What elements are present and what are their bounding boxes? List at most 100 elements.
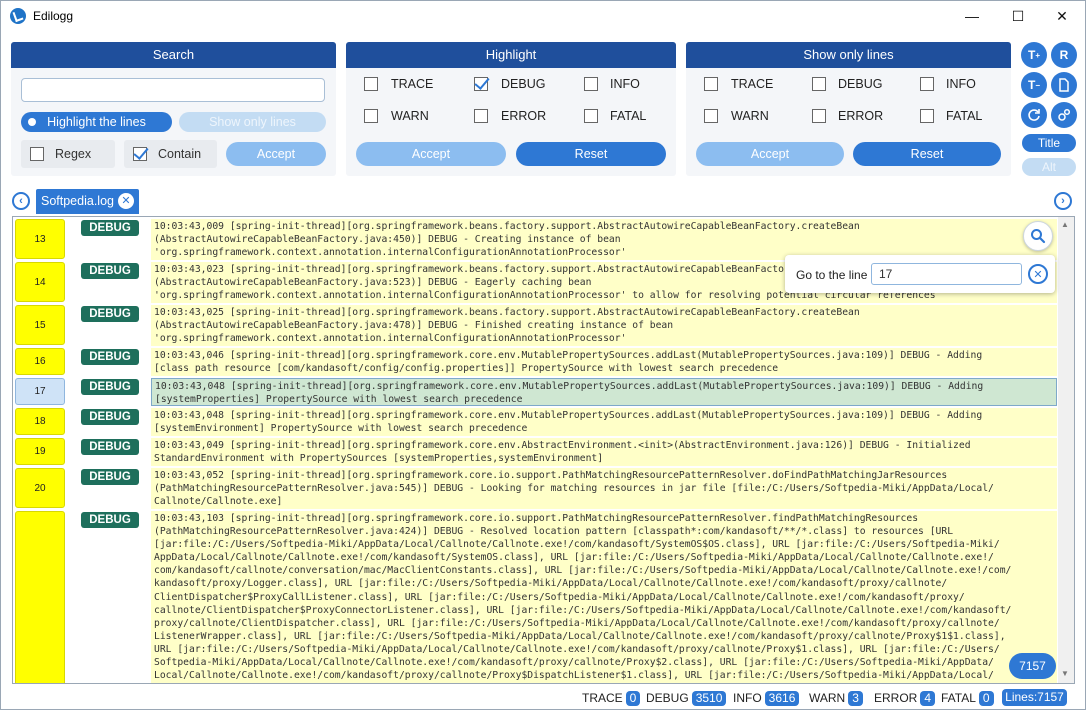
refresh-r-button[interactable]: R: [1051, 42, 1077, 68]
show-fatal-checkbox[interactable]: [920, 109, 934, 123]
highlight-info-checkbox[interactable]: [584, 77, 598, 91]
close-tab-icon[interactable]: ✕: [118, 193, 134, 209]
status-error-label: ERROR: [874, 691, 918, 705]
level-badge: DEBUG: [81, 439, 139, 455]
regex-label: Regex: [55, 147, 92, 161]
status-trace-count: 0: [625, 691, 641, 706]
search-accept-button[interactable]: Accept: [226, 142, 326, 166]
log-message: 10:03:43,048 [spring-init-thread][org.sp…: [151, 378, 1057, 406]
show-only-reset-button[interactable]: Reset: [853, 142, 1001, 166]
goto-line-popup: Go to the line 17 ✕: [785, 255, 1055, 293]
status-fatal: FATAL 0: [941, 690, 994, 706]
show-warn-label: WARN: [731, 109, 769, 123]
magnifier-icon: [1031, 229, 1046, 244]
tab-next-icon[interactable]: ›: [1054, 192, 1072, 210]
line-number: [15, 511, 65, 683]
scroll-down-icon[interactable]: ▼: [1061, 669, 1069, 678]
text-size-decrease-icon[interactable]: T −: [1021, 72, 1047, 98]
log-row[interactable]: 18 DEBUG 10:03:43,048 [spring-init-threa…: [13, 406, 1057, 436]
line-number: 16: [15, 348, 65, 375]
show-error-checkbox[interactable]: [812, 109, 826, 123]
reload-icon[interactable]: [1021, 102, 1047, 128]
show-only-lines-radio[interactable]: Show only lines: [179, 112, 326, 132]
show-info-checkbox[interactable]: [920, 77, 934, 91]
alt-button[interactable]: Alt: [1022, 158, 1076, 176]
log-row-selected[interactable]: 17 DEBUG 10:03:43,048 [spring-init-threa…: [13, 376, 1057, 406]
line-number: 18: [15, 408, 65, 435]
level-badge: DEBUG: [81, 306, 139, 322]
highlight-debug-label: DEBUG: [501, 77, 546, 91]
search-panel-header: Search: [11, 42, 336, 68]
search-float-button[interactable]: [1023, 221, 1053, 251]
status-warn-count: 3: [848, 691, 863, 706]
status-debug-label: DEBUG: [646, 691, 689, 705]
status-info: INFO 3616: [733, 690, 800, 706]
show-only-accept-button[interactable]: Accept: [696, 142, 844, 166]
contain-toggle[interactable]: Contain: [124, 140, 217, 168]
show-debug-label: DEBUG: [838, 77, 883, 91]
highlight-reset-button[interactable]: Reset: [516, 142, 666, 166]
contain-label: Contain: [158, 147, 202, 161]
highlight-trace-checkbox[interactable]: [364, 77, 378, 91]
highlight-fatal-checkbox[interactable]: [584, 109, 598, 123]
title-bar: Edilogg — ☐ ✕: [1, 1, 1085, 31]
settings-gears-icon[interactable]: [1051, 102, 1077, 128]
line-number: 15: [15, 305, 65, 345]
log-row[interactable]: 15 DEBUG 10:03:43,025 [spring-init-threa…: [13, 303, 1057, 346]
app-logo-icon: [10, 8, 26, 24]
window-title: Edilogg: [33, 9, 74, 23]
tab-softpedia-log[interactable]: Softpedia.log ✕: [36, 189, 139, 214]
level-badge: DEBUG: [81, 220, 139, 236]
highlight-lines-radio[interactable]: Highlight the lines: [21, 112, 172, 132]
vertical-scrollbar[interactable]: ▲ ▼: [1058, 217, 1074, 683]
log-message: 10:03:43,025 [spring-init-thread][org.sp…: [151, 305, 1057, 346]
show-warn-checkbox[interactable]: [704, 109, 718, 123]
text-size-increase-icon[interactable]: T +: [1021, 42, 1047, 68]
open-file-icon[interactable]: [1051, 72, 1077, 98]
tab-label: Softpedia.log: [41, 194, 114, 208]
status-fatal-label: FATAL: [941, 691, 976, 705]
minimize-button[interactable]: —: [949, 1, 995, 31]
level-badge: DEBUG: [81, 512, 139, 528]
status-info-count: 3616: [764, 691, 800, 706]
line-count-bubble[interactable]: 7157: [1009, 653, 1056, 679]
maximize-button[interactable]: ☐: [995, 1, 1041, 31]
log-row[interactable]: 20 DEBUG 10:03:43,052 [spring-init-threa…: [13, 466, 1057, 509]
status-total-lines: Lines:7157: [1002, 689, 1067, 706]
search-panel: Search Highlight the lines Show only lin…: [11, 42, 336, 176]
scroll-up-icon[interactable]: ▲: [1061, 220, 1069, 229]
highlight-error-checkbox[interactable]: [474, 109, 488, 123]
log-row[interactable]: 16 DEBUG 10:03:43,046 [spring-init-threa…: [13, 346, 1057, 376]
regex-checkbox[interactable]: [30, 147, 44, 161]
status-error: ERROR 4: [874, 690, 936, 706]
status-warn-label: WARN: [809, 691, 846, 705]
goto-line-input[interactable]: 17: [871, 263, 1022, 285]
title-button[interactable]: Title: [1022, 134, 1076, 152]
highlight-panel: Highlight TRACE DEBUG INFO WARN ERROR FA…: [346, 42, 676, 176]
level-badge: DEBUG: [81, 469, 139, 485]
tab-prev-icon[interactable]: ‹: [12, 192, 30, 210]
line-number: 13: [15, 219, 65, 259]
highlight-warn-checkbox[interactable]: [364, 109, 378, 123]
highlight-debug-checkbox[interactable]: [474, 77, 488, 91]
close-button[interactable]: ✕: [1039, 1, 1085, 31]
show-trace-checkbox[interactable]: [704, 77, 718, 91]
clear-goto-icon[interactable]: ✕: [1028, 264, 1048, 284]
level-badge: DEBUG: [81, 409, 139, 425]
show-only-lines-label: Show only lines: [209, 115, 296, 129]
log-message: 10:03:43,046 [spring-init-thread][org.sp…: [151, 348, 1057, 376]
highlight-info-label: INFO: [610, 77, 640, 91]
highlight-trace-label: TRACE: [391, 77, 434, 91]
highlight-accept-button[interactable]: Accept: [356, 142, 506, 166]
show-only-panel: Show only lines TRACE DEBUG INFO WARN ER…: [686, 42, 1011, 176]
regex-toggle[interactable]: Regex: [21, 140, 115, 168]
log-row[interactable]: DEBUG 10:03:43,103 [spring-init-thread][…: [13, 509, 1057, 683]
contain-checkbox[interactable]: [133, 147, 147, 161]
log-message: 10:03:43,048 [spring-init-thread][org.sp…: [151, 408, 1057, 436]
show-debug-checkbox[interactable]: [812, 77, 826, 91]
log-message: 10:03:43,049 [spring-init-thread][org.sp…: [151, 438, 1057, 466]
log-message: 10:03:43,009 [spring-init-thread][org.sp…: [151, 219, 1057, 260]
search-input[interactable]: [21, 78, 325, 102]
log-row[interactable]: 19 DEBUG 10:03:43,049 [spring-init-threa…: [13, 436, 1057, 466]
status-info-label: INFO: [733, 691, 762, 705]
